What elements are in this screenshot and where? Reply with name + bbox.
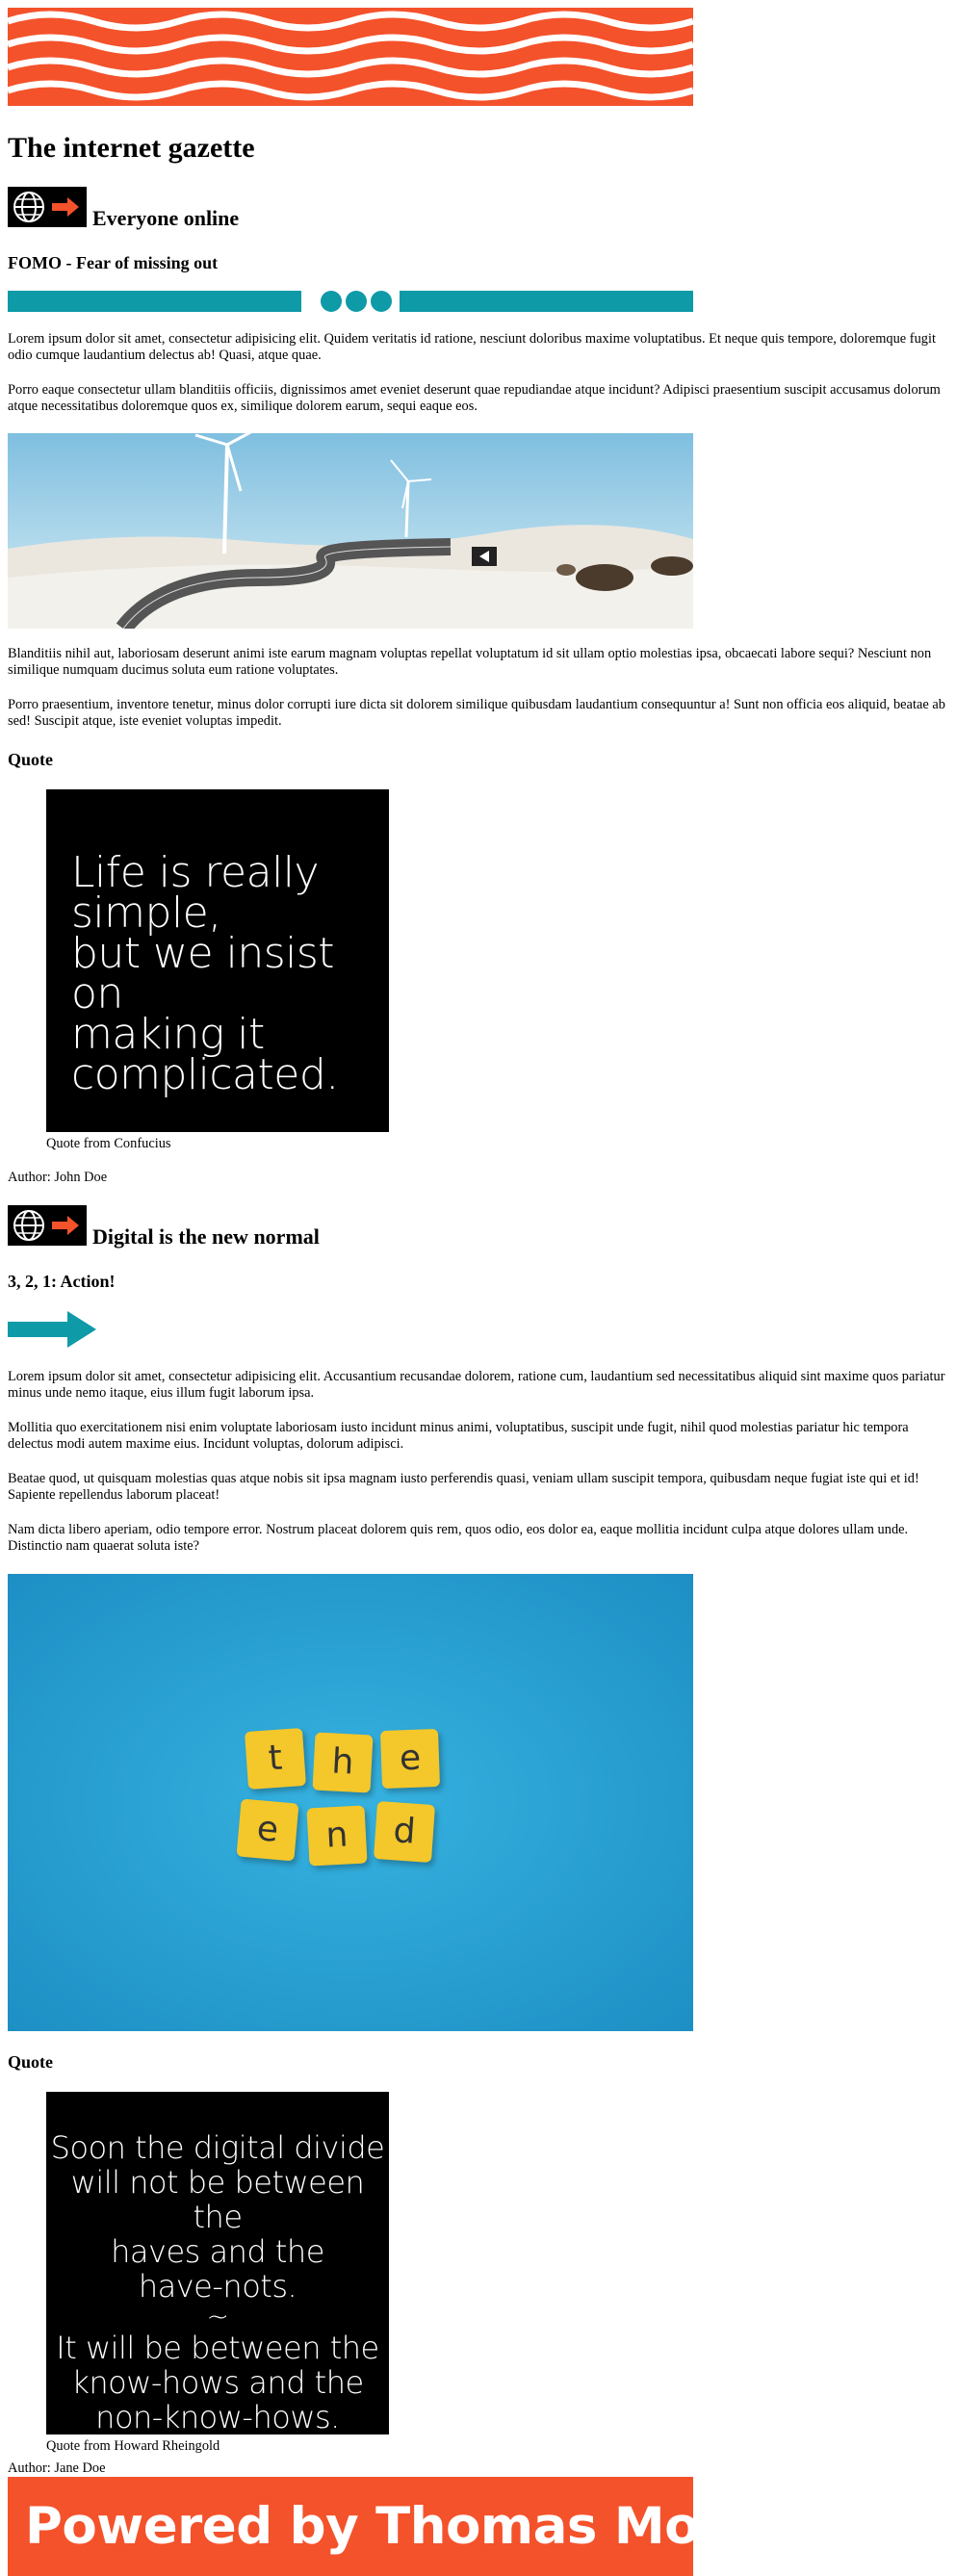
footer-text: Powered by Thomas More <box>25 2497 759 2556</box>
flourish-divider: ~ <box>206 2301 229 2332</box>
section-2-paragraph: Nam dicta libero aperiam, odio tempore e… <box>8 1522 909 1554</box>
section-1-subheading: FOMO - Fear of missing out <box>8 253 219 272</box>
section-2-paragraph: Mollitia quo exercitationem nisi enim vo… <box>8 1420 909 1452</box>
globe-arrow-icon <box>8 1205 87 1246</box>
quote-caption: Quote from Confucius <box>46 1136 171 1151</box>
section-1-paragraph: Blanditiis nihil aut, laboriosam deserun… <box>8 646 932 678</box>
header-banner <box>8 8 693 106</box>
the-end-tiles-photo: t h e e n d <box>8 1574 693 2031</box>
globe-arrow-icon <box>8 187 87 227</box>
section-1-heading: Everyone online <box>92 206 240 230</box>
section-2-paragraph: Beatae quod, ut quisquam molestias quas … <box>8 1471 919 1503</box>
author-line: Author: John Doe <box>8 1170 108 1185</box>
section-1-paragraph: Porro eaque consectetur ullam blanditiis… <box>8 382 941 414</box>
letter-tile: e <box>236 1798 299 1862</box>
letter-tile: h <box>312 1732 374 1793</box>
teal-dots-divider <box>8 291 693 312</box>
quote-text: Life is really simple, but we insist on … <box>71 848 339 1099</box>
section-1-paragraph: Porro praesentium, inventore tenetur, mi… <box>8 697 945 729</box>
rheingold-quote-image: Soon the digital divide will not be betw… <box>46 2092 389 2434</box>
section-2-subheading: 3, 2, 1: Action! <box>8 1272 116 1291</box>
section-2-heading: Digital is the new normal <box>92 1224 320 1249</box>
section-2-paragraph: Lorem ipsum dolor sit amet, consectetur … <box>8 1369 945 1401</box>
footer-banner: Powered by Thomas More <box>8 2477 759 2576</box>
section-2-header: Digital is the new normal <box>8 1205 320 1249</box>
quote-label: Quote <box>8 750 53 769</box>
teal-arrow-icon <box>8 1311 96 1348</box>
wind-turbine-photo <box>8 433 693 629</box>
confucius-quote-image: Life is really simple, but we insist on … <box>46 789 389 1132</box>
letter-tile: n <box>306 1805 368 1867</box>
quote-caption: Quote from Howard Rheingold <box>46 2438 220 2454</box>
wave-pattern <box>8 8 693 106</box>
site-title: The internet gazette <box>8 132 255 164</box>
letter-tile: d <box>373 1800 436 1864</box>
letter-tile: t <box>244 1727 307 1790</box>
quote-text: Soon the digital divide will not be betw… <box>46 2130 389 2434</box>
letter-tile: e <box>379 1728 441 1790</box>
author-line: Author: Jane Doe <box>8 2460 106 2476</box>
section-1-paragraph: Lorem ipsum dolor sit amet, consectetur … <box>8 331 936 363</box>
section-1-header: Everyone online <box>8 187 239 230</box>
quote-label: Quote <box>8 2052 53 2072</box>
